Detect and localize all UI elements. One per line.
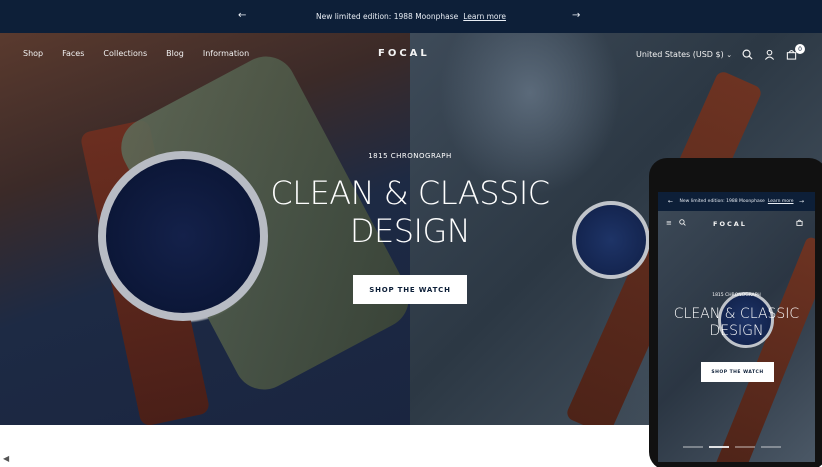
scroll-left-arrow-icon[interactable]: ◀ [3,454,9,463]
slide-indicator[interactable] [683,446,703,448]
cart-icon[interactable] [796,219,803,228]
mobile-logo[interactable]: FOCAL [713,220,747,228]
mobile-screen: ← New limited edition: 1988 Moonphase Le… [658,192,815,462]
mobile-announcement-bar: ← New limited edition: 1988 Moonphase Le… [658,192,815,211]
nav-link-information[interactable]: Information [203,49,249,58]
main-nav: Shop Faces Collections Blog Information [23,49,268,58]
hero-headline: CLEAN & CLASSIC DESIGN [230,174,590,250]
menu-icon[interactable]: ≡ [666,219,672,227]
nav-link-shop[interactable]: Shop [23,49,43,58]
currency-selector[interactable]: United States (USD $) ⌄ [636,50,732,59]
hero-headline-line-1: CLEAN & CLASSIC [270,174,550,212]
mobile-learn-more-link[interactable]: Learn more [768,199,794,204]
search-icon[interactable] [679,219,686,228]
site-logo[interactable]: FOCAL [378,48,430,59]
account-icon[interactable] [762,47,776,61]
announcement-learn-more-link[interactable]: Learn more [463,12,506,21]
chevron-down-icon: ⌄ [726,50,733,59]
watch-strap [710,235,815,462]
mobile-shop-the-watch-button[interactable]: SHOP THE WATCH [701,362,774,382]
announcement-message: New limited edition: 1988 Moonphase Lear… [316,12,506,21]
nav-link-collections[interactable]: Collections [103,49,147,58]
mobile-headline-line-1: CLEAN & CLASSIC [673,306,800,322]
arrow-left-icon[interactable]: ← [668,198,673,205]
mobile-hero-eyebrow: 1815 CHRONOGRAPH [712,293,761,298]
mobile-announcement-text: New limited edition: 1988 Moonphase [679,199,765,204]
currency-label: United States (USD $) [636,49,724,59]
site-header: Shop Faces Collections Blog Information … [0,33,822,75]
header-actions: United States (USD $) ⌄ [636,47,798,61]
slide-indicator[interactable] [761,446,781,448]
announcement-text: New limited edition: 1988 Moonphase [315,12,459,21]
hero-eyebrow: 1815 CHRONOGRAPH [368,152,452,160]
mobile-header: ≡ FOCAL [658,211,815,235]
slideshow-indicators [683,446,781,448]
slide-indicator-active[interactable] [709,446,729,448]
shop-the-watch-button[interactable]: SHOP THE WATCH [353,275,467,304]
mobile-hero-headline: CLEAN & CLASSIC DESIGN [658,306,815,340]
nav-link-blog[interactable]: Blog [166,49,184,58]
announcement-bar: ← New limited edition: 1988 Moonphase Le… [0,0,822,33]
arrow-left-icon[interactable]: ← [238,10,246,21]
slide-indicator[interactable] [735,446,755,448]
hero-text-block: 1815 CHRONOGRAPH CLEAN & CLASSIC DESIGN [230,152,590,250]
arrow-right-icon[interactable]: → [799,198,804,205]
search-icon[interactable] [740,47,754,61]
arrow-right-icon[interactable]: → [572,10,580,21]
mobile-headline-line-2: DESIGN [709,323,764,339]
cart-count-badge: 0 [795,44,805,54]
nav-link-faces[interactable]: Faces [62,49,84,58]
hero-headline-line-2: DESIGN [349,212,471,250]
mobile-preview-device: ← New limited edition: 1988 Moonphase Le… [649,158,822,467]
